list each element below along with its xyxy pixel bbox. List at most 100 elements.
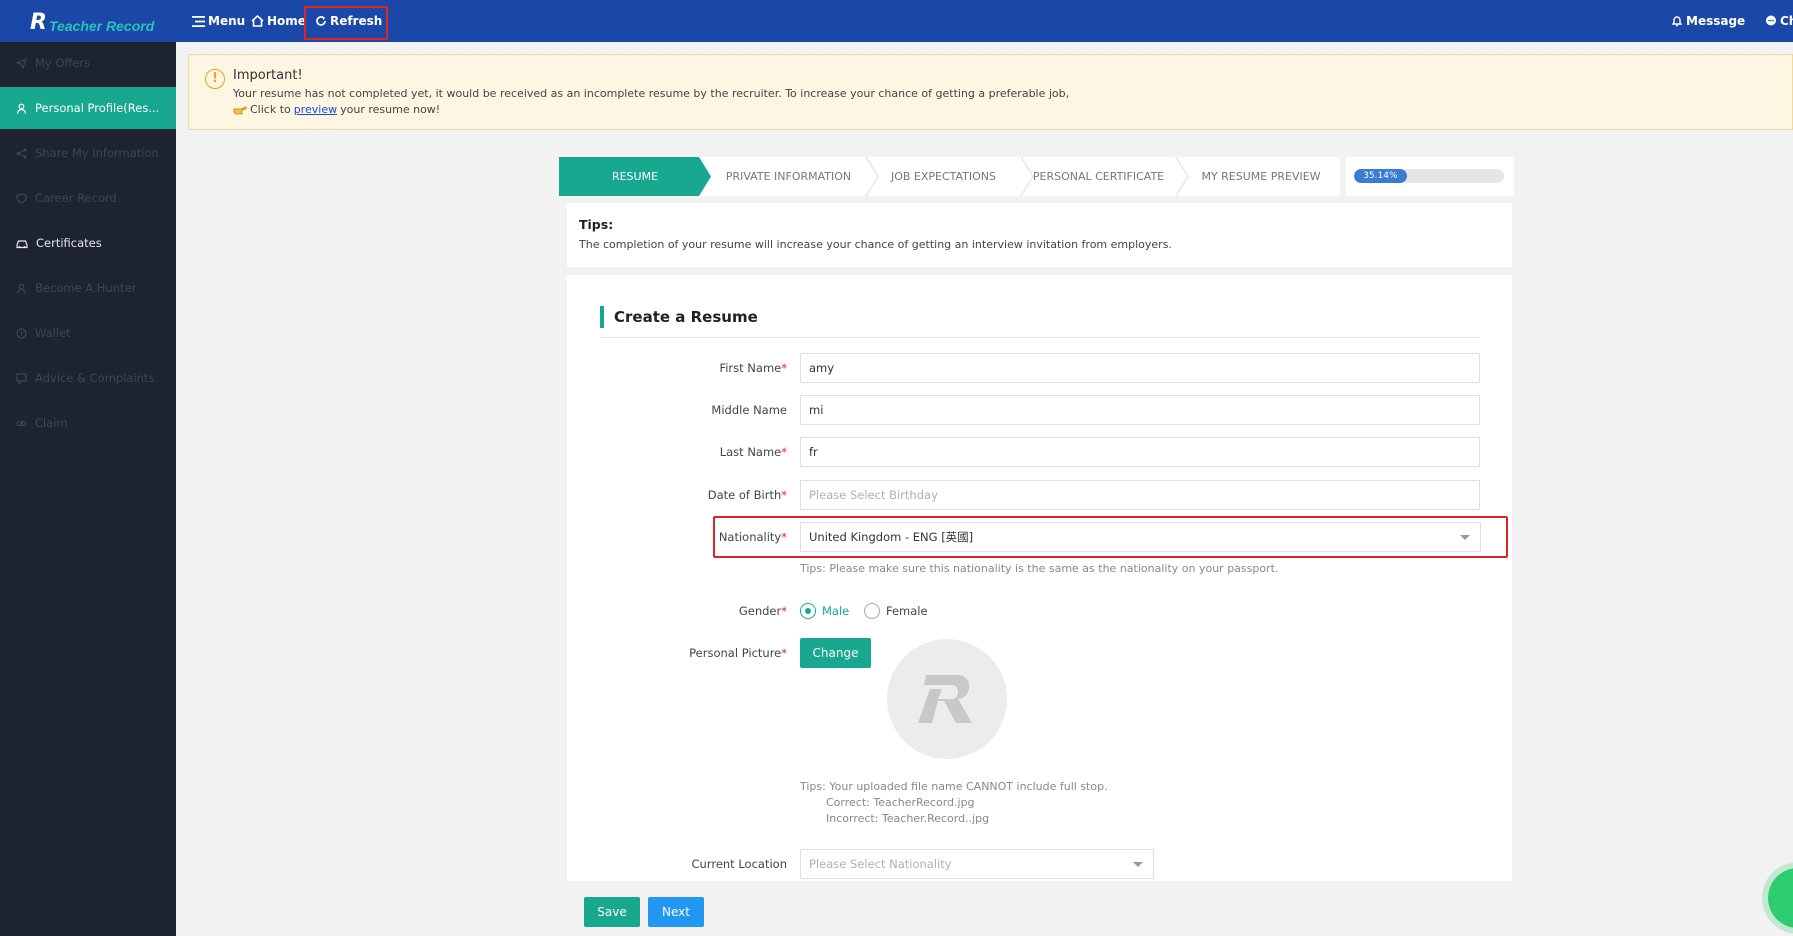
refresh-highlight-box — [304, 6, 388, 40]
sidebar-item-become-a-hunter[interactable]: Become A Hunter — [0, 267, 176, 309]
chat-bubble-button[interactable] — [1768, 868, 1793, 928]
menu-button[interactable]: Menu — [192, 0, 245, 42]
banner-click-prefix: Click to — [250, 103, 291, 116]
menu-label: Menu — [208, 14, 246, 28]
sidebar-item-label: My Offers — [35, 56, 91, 70]
nationality-select[interactable]: United Kingdom - ENG [英國] — [800, 522, 1481, 552]
middle-name-label: Middle Name — [711, 403, 787, 417]
sidebar-item-label: Claim — [35, 416, 68, 430]
step-private-information[interactable]: PRIVATE INFORMATION — [711, 157, 866, 196]
preview-link[interactable]: preview — [294, 103, 337, 116]
change-picture-button[interactable]: Change — [800, 638, 871, 668]
wallet-icon — [16, 327, 27, 339]
home-icon — [251, 15, 264, 27]
step-resume[interactable]: RESUME — [559, 157, 711, 196]
nationality-hint: Tips: Please make sure this nationality … — [800, 562, 1279, 575]
sidebar-item-claim[interactable]: Claim — [0, 402, 176, 444]
last-name-label: Last Name* — [719, 445, 787, 459]
banner-link-line: Click to preview your resume now! — [233, 103, 440, 116]
step-job-expectations[interactable]: JOB EXPECTATIONS — [866, 157, 1021, 196]
logo-mark: R — [30, 10, 47, 35]
save-button[interactable]: Save — [584, 897, 640, 927]
upload-hint-3: Incorrect: Teacher.Record..jpg — [826, 812, 990, 825]
middle-name-input[interactable]: mi — [800, 395, 1480, 425]
gender-label: Gender* — [738, 604, 787, 618]
sidebar-item-label: Personal Profile(Res... — [35, 101, 160, 115]
send-icon — [16, 57, 27, 69]
step-my-resume-preview[interactable]: MY RESUME PREVIEW — [1176, 157, 1346, 196]
radio-unchecked-icon — [864, 603, 880, 619]
gender-female-radio[interactable]: Female — [864, 603, 928, 619]
car-icon — [16, 239, 28, 248]
chat-label: Ch — [1780, 14, 1793, 28]
location-placeholder: Please Select Nationality — [809, 857, 952, 871]
avatar — [887, 639, 1007, 759]
sidebar-item-label: Career Record — [35, 191, 117, 205]
first-name-label: First Name* — [719, 361, 787, 375]
sidebar-item-label: Become A Hunter — [35, 281, 137, 295]
upload-hint-1: Tips: Your uploaded file name CANNOT inc… — [800, 780, 1108, 793]
last-name-input[interactable]: fr — [800, 437, 1480, 467]
gender-male-radio[interactable]: Male — [800, 603, 849, 619]
gender-female-label: Female — [886, 604, 928, 618]
sidebar-item-certificates[interactable]: Certificates — [0, 222, 176, 264]
sidebar-item-wallet[interactable]: Wallet — [0, 312, 176, 354]
comment-icon — [16, 372, 27, 384]
section-title: Create a Resume — [600, 306, 758, 328]
sidebar-item-my-offers[interactable]: My Offers — [0, 42, 176, 84]
banner-title: Important! — [233, 68, 303, 83]
banner-text: Your resume has not completed yet, it wo… — [233, 87, 1070, 100]
warning-banner: ! Important! Your resume has not complet… — [188, 54, 1793, 130]
sidebar-item-label: Certificates — [36, 236, 102, 250]
home-button[interactable]: Home — [251, 0, 306, 42]
radio-checked-icon — [800, 603, 816, 619]
share-icon — [16, 148, 27, 158]
upload-hint-2: Correct: TeacherRecord.jpg — [826, 796, 975, 809]
picture-label: Personal Picture* — [689, 646, 787, 660]
step-personal-certificate[interactable]: PERSONAL CERTIFICATE — [1021, 157, 1176, 196]
pointing-hand-icon — [233, 105, 247, 114]
chat-icon — [1766, 15, 1776, 26]
sidebar-item-advice-complaints[interactable]: Advice & Complaints — [0, 357, 176, 399]
chevron-down-icon — [1460, 535, 1470, 540]
nationality-label: Nationality* — [718, 530, 787, 544]
gender-male-label: Male — [822, 604, 850, 618]
location-label: Current Location — [691, 857, 788, 871]
step-label: MY RESUME PREVIEW — [1201, 170, 1321, 183]
dob-input[interactable]: Please Select Birthday — [800, 480, 1480, 510]
location-select[interactable]: Please Select Nationality — [800, 849, 1154, 879]
menu-icon — [192, 15, 205, 27]
step-label: PRIVATE INFORMATION — [725, 170, 852, 183]
next-button[interactable]: Next — [648, 897, 704, 927]
first-name-input[interactable]: amy — [800, 353, 1480, 383]
person-icon — [16, 283, 27, 294]
nationality-value: United Kingdom - ENG [英國] — [809, 530, 974, 544]
dob-label: Date of Birth* — [707, 488, 787, 502]
tips-title: Tips: — [579, 217, 614, 232]
sidebar-item-share-my-information[interactable]: Share My Information — [0, 132, 176, 174]
sidebar: My Offers Personal Profile(Res... Share … — [0, 42, 176, 936]
user-icon — [16, 103, 27, 114]
tips-card: Tips: The completion of your resume will… — [567, 203, 1512, 267]
sidebar-item-label: Advice & Complaints — [35, 371, 155, 385]
sidebar-item-label: Wallet — [35, 326, 71, 340]
section-divider — [600, 337, 1480, 338]
banner-click-suffix: your resume now! — [340, 103, 441, 116]
progress-fill: 35.14% — [1354, 169, 1407, 183]
link-icon — [16, 420, 27, 426]
sidebar-item-career-record[interactable]: Career Record — [0, 177, 176, 219]
bell-icon — [1671, 16, 1683, 27]
shield-icon — [16, 192, 27, 204]
top-bar: R Teacher Record Menu Home Refresh Messa… — [0, 0, 1793, 42]
warning-icon: ! — [205, 69, 225, 89]
message-button[interactable]: Message — [1671, 0, 1745, 42]
home-label: Home — [267, 14, 306, 28]
chevron-down-icon — [1133, 862, 1143, 867]
logo[interactable]: R Teacher Record — [30, 10, 154, 35]
step-label: PERSONAL CERTIFICATE — [1032, 170, 1165, 183]
sidebar-item-label: Share My Information — [35, 146, 159, 160]
chat-button[interactable]: Ch — [1765, 0, 1793, 42]
progress-bar: 35.14% — [1354, 169, 1504, 183]
sidebar-item-personal-profile[interactable]: Personal Profile(Res... — [0, 87, 176, 129]
step-label: JOB EXPECTATIONS — [890, 170, 997, 183]
